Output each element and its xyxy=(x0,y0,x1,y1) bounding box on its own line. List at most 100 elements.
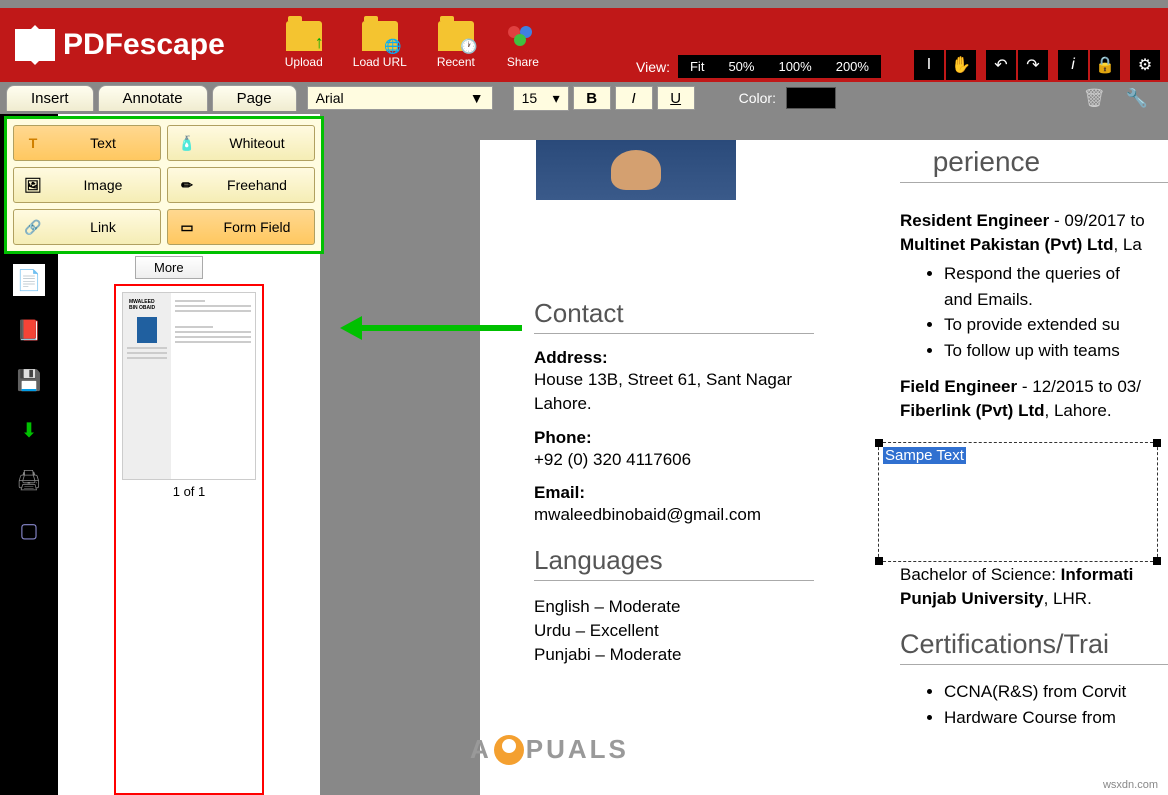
text-cursor-icon[interactable]: I xyxy=(914,50,944,80)
tool-freehand[interactable]: ✏ Freehand xyxy=(167,167,315,203)
sample-text-selection[interactable]: Sampe Text xyxy=(883,447,966,464)
thumbnail-label: 1 of 1 xyxy=(122,480,256,503)
page-left-column: Contact Address: House 13B, Street 61, S… xyxy=(474,140,834,687)
annotation-arrow xyxy=(340,316,522,340)
resize-handle-se[interactable] xyxy=(1153,557,1161,565)
phone-label: Phone: xyxy=(534,428,814,448)
info-icon[interactable]: i xyxy=(1058,50,1088,80)
save-icon[interactable]: 💾 xyxy=(13,364,45,396)
tool-link[interactable]: 🔗Link xyxy=(13,209,161,245)
zoom-200-button[interactable]: 200% xyxy=(824,55,881,78)
undo-icon[interactable]: ↶ xyxy=(986,50,1016,80)
tab-page[interactable]: Page xyxy=(212,85,297,111)
watermark-icon xyxy=(494,735,524,765)
italic-button[interactable]: I xyxy=(615,86,653,110)
cert-bullets: CCNA(R&S) from Corvit Hardware Course fr… xyxy=(944,679,1168,730)
page-thumbnail[interactable]: MWALEED BIN OBAID 1 of 1 xyxy=(114,284,264,795)
top-right-icons: I ✋ ↶ ↷ i 🔒 ⚙ xyxy=(914,50,1160,80)
job1-b2: To provide extended su xyxy=(944,312,1168,338)
resize-handle-sw[interactable] xyxy=(875,557,883,565)
lang-1: English – Moderate xyxy=(534,595,814,619)
redo-icon[interactable]: ↷ xyxy=(1018,50,1048,80)
zoom-100-button[interactable]: 100% xyxy=(766,55,823,78)
email-value: mwaleedbinobaid@gmail.com xyxy=(534,503,814,527)
tool-whiteout[interactable]: 🧴Whiteout xyxy=(167,125,315,161)
load-url-button[interactable]: Load URL xyxy=(353,21,407,69)
color-picker[interactable] xyxy=(786,87,836,109)
tool-text[interactable]: T Text xyxy=(13,125,161,161)
text-icon: T xyxy=(22,132,44,154)
bookmarks-icon[interactable]: 📕 xyxy=(13,314,45,346)
tab-insert[interactable]: Insert xyxy=(6,85,94,111)
inserted-text-box[interactable]: Sampe Text xyxy=(878,442,1158,562)
upload-button[interactable]: Upload xyxy=(285,21,323,69)
trash-icon[interactable]: 🗑 xyxy=(1083,88,1106,109)
tool-form-field-label: Form Field xyxy=(208,219,306,235)
zoom-50-button[interactable]: 50% xyxy=(716,55,766,78)
footer-credit: wsxdn.com xyxy=(1103,779,1158,791)
contact-heading: Contact xyxy=(534,298,814,334)
tool-freehand-label: Freehand xyxy=(208,177,306,193)
view-bar: View: Fit 50% 100% 200% xyxy=(636,55,881,78)
job2-line1: Field Engineer - 12/2015 to 03/ xyxy=(900,377,1168,397)
share-button[interactable]: Share xyxy=(505,21,541,69)
lang-3: Punjabi – Moderate xyxy=(534,643,814,667)
tool-text-label: Text xyxy=(54,135,152,151)
wm-a: A xyxy=(470,734,492,765)
address-value: House 13B, Street 61, Sant Nagar Lahore. xyxy=(534,368,814,416)
job1-bullets: Respond the queries ofand Emails. To pro… xyxy=(944,261,1168,363)
recent-button[interactable]: Recent xyxy=(437,21,475,69)
lock-icon[interactable]: 🔒 xyxy=(1090,50,1120,80)
pages-icon[interactable]: 📄 xyxy=(13,264,45,296)
logo-icon xyxy=(15,25,55,65)
more-button[interactable]: More xyxy=(135,256,203,279)
job1-line2: Multinet Pakistan (Pvt) Ltd, La xyxy=(900,235,1168,255)
phone-value: +92 (0) 320 4117606 xyxy=(534,448,814,472)
watermark: A PUALS xyxy=(470,734,629,765)
toolbar-right: 🗑 🔧 xyxy=(1083,88,1148,109)
tool-image-label: Image xyxy=(54,177,152,193)
app-logo: PDFescape xyxy=(15,25,225,65)
tool-form-field[interactable]: ▭ Form Field xyxy=(167,209,315,245)
folder-recent-icon xyxy=(438,21,474,51)
folder-url-icon xyxy=(362,21,398,51)
form-field-icon: ▭ xyxy=(176,216,198,238)
hand-icon[interactable]: ✋ xyxy=(946,50,976,80)
bold-button[interactable]: B xyxy=(573,86,611,110)
load-url-label: Load URL xyxy=(353,55,407,69)
job1-b1: Respond the queries ofand Emails. xyxy=(944,261,1168,312)
format-toolbar: Insert Annotate Page Arial▼ 15▾ B I U Co… xyxy=(0,82,1168,114)
resize-handle-ne[interactable] xyxy=(1153,439,1161,447)
zoom-fit-button[interactable]: Fit xyxy=(678,55,716,78)
cert-1: CCNA(R&S) from Corvit xyxy=(944,679,1168,705)
font-select[interactable]: Arial▼ xyxy=(307,86,493,110)
wrench-icon[interactable]: 🔧 xyxy=(1126,88,1148,109)
image-icon: 🖼 xyxy=(22,174,44,196)
tool-link-label: Link xyxy=(54,219,152,235)
resize-handle-nw[interactable] xyxy=(875,439,883,447)
pencil-icon: ✏ xyxy=(176,174,198,196)
profile-photo xyxy=(536,140,736,200)
app-name: PDFescape xyxy=(63,28,225,62)
underline-button[interactable]: U xyxy=(657,86,695,110)
window-icon[interactable]: ▢ xyxy=(13,514,45,546)
share-label: Share xyxy=(507,55,539,69)
experience-heading: Experience xyxy=(900,146,1168,183)
edu-line1: Bachelor of Science: Informati xyxy=(900,565,1168,585)
folder-upload-icon xyxy=(286,21,322,51)
download-icon[interactable]: ⬇ xyxy=(13,414,45,446)
edu-line2: Punjab University, LHR. xyxy=(900,589,1168,609)
tab-annotate[interactable]: Annotate xyxy=(98,85,208,111)
print-icon[interactable]: 🖨 xyxy=(13,464,45,496)
lang-2: Urdu – Excellent xyxy=(534,619,814,643)
recent-label: Recent xyxy=(437,55,475,69)
tool-image[interactable]: 🖼 Image xyxy=(13,167,161,203)
cert-2: Hardware Course from xyxy=(944,705,1168,731)
size-select[interactable]: 15▾ xyxy=(513,86,569,111)
wm-puals: PUALS xyxy=(526,734,629,765)
font-value: Arial xyxy=(316,90,344,106)
insert-tools-panel: T Text 🧴Whiteout 🖼 Image ✏ Freehand 🔗Link ▭… xyxy=(4,116,324,254)
whiteout-icon: 🧴 xyxy=(176,132,198,154)
gear-icon[interactable]: ⚙ xyxy=(1130,50,1160,80)
size-value: 15 xyxy=(522,90,538,107)
